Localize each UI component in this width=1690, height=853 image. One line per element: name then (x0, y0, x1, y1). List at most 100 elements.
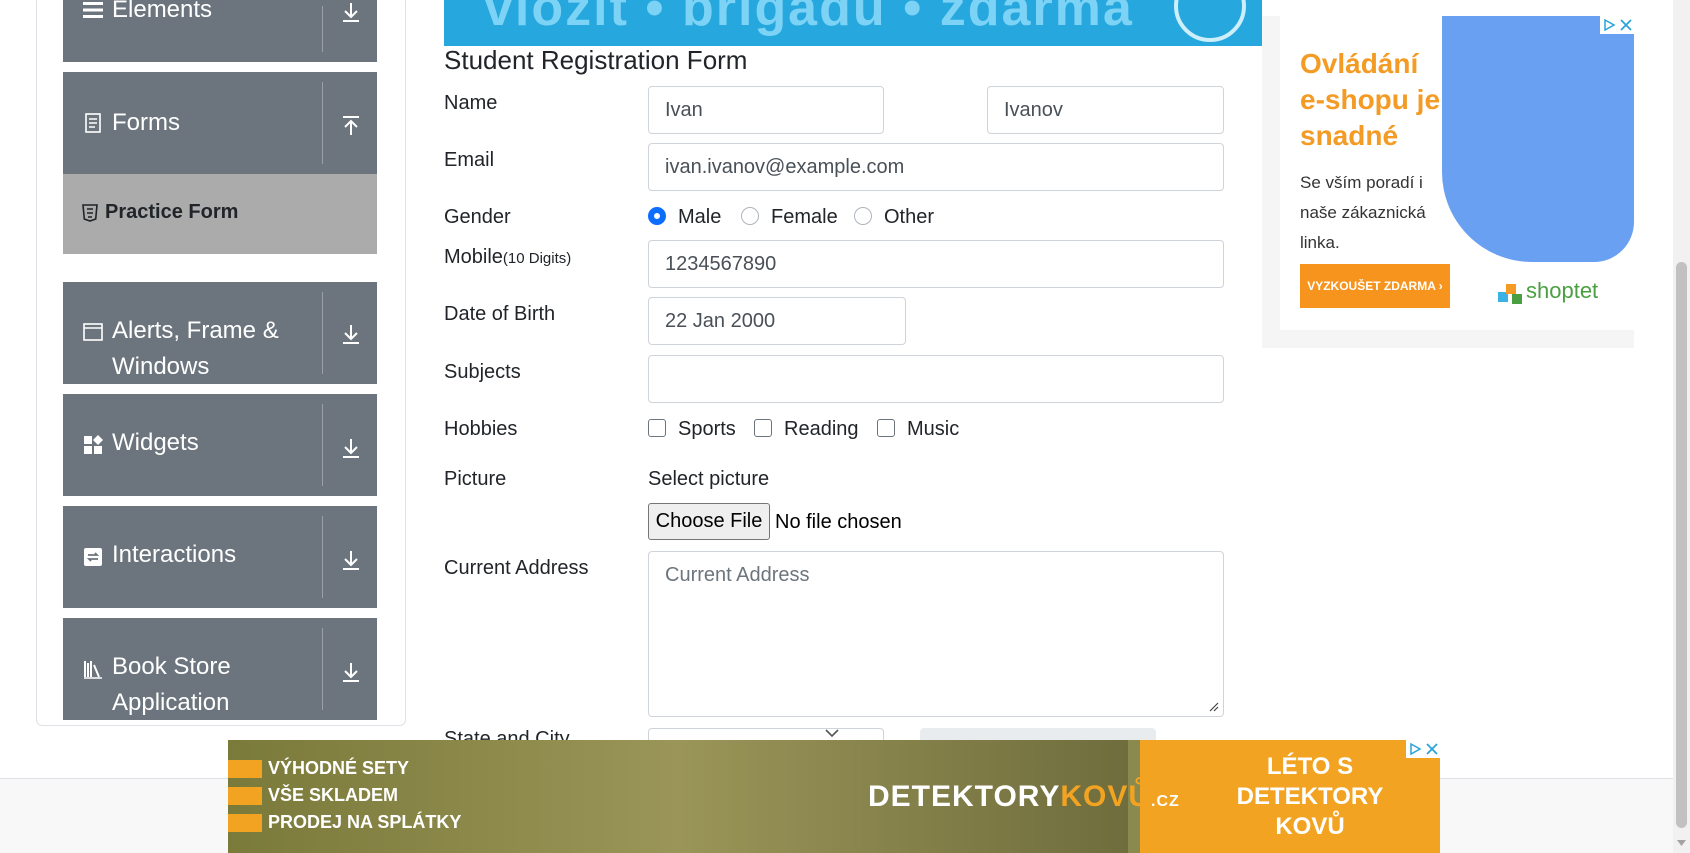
shoptet-ad[interactable]: Ovládání e-shopu je snadné Se vším porad… (1262, 16, 1634, 348)
choose-file-button[interactable]: Choose File (648, 503, 770, 540)
sidebar-group-forms[interactable]: Forms (63, 72, 377, 174)
divider (322, 82, 323, 164)
ad-right-text: LÉTO S DETEKTORY KOVŮ (1236, 753, 1384, 840)
ad-controls[interactable] (1600, 16, 1634, 34)
sidebar-group-label: Widgets (112, 429, 199, 456)
ad-line-2: VŠE SKLADEM (268, 785, 399, 805)
adchoices-icon[interactable] (1408, 742, 1422, 756)
up-arrow-icon (343, 116, 359, 135)
banner-logo (1174, 0, 1246, 42)
ad-bullet (228, 787, 262, 805)
last-name-input[interactable]: Ivanov (987, 86, 1224, 134)
down-arrow-icon (343, 551, 359, 570)
shoptet-logo-icon (1498, 284, 1522, 304)
radio-other-label[interactable]: Other (884, 206, 934, 229)
divider (322, 292, 323, 374)
ad-logo-part-c: .CZ (1151, 793, 1180, 810)
ad-brand: shoptet (1526, 278, 1599, 303)
sidebar-group-label: Elements (112, 0, 213, 23)
ad-bullet (228, 814, 262, 832)
scrollbar-thumb[interactable] (1676, 262, 1687, 828)
ad-logo-part-a: DETEKTORY (868, 780, 1061, 813)
ad-body: Se vším poradí i naše zákaznická linka. (1300, 173, 1426, 252)
email-input[interactable]: ivan.ivanov@example.com (648, 143, 1224, 191)
document-icon (85, 113, 101, 133)
checkbox-reading[interactable] (754, 419, 772, 437)
divider (322, 6, 323, 52)
dob-input[interactable]: 22 Jan 2000 (648, 297, 906, 345)
hamburger-icon (83, 2, 103, 18)
sidebar-group-label: Book Store Application (112, 653, 231, 716)
sidebar-item-label: Practice Form (105, 201, 239, 223)
checkbox-sports-label[interactable]: Sports (678, 418, 736, 441)
divider (322, 628, 323, 710)
subjects-input[interactable] (648, 355, 1224, 403)
ad-bullet (228, 760, 262, 778)
sidebar-group-label: Interactions (112, 541, 237, 568)
window-icon (83, 323, 103, 341)
mobile-label-text: Mobile (444, 246, 503, 268)
dob-label: Date of Birth (444, 303, 556, 325)
current-address-textarea[interactable]: Current Address (648, 551, 1224, 717)
checkbox-music[interactable] (877, 419, 895, 437)
close-ad-icon[interactable] (1425, 742, 1439, 756)
adchoices-icon[interactable] (1602, 18, 1616, 32)
hobbies-label: Hobbies (444, 418, 518, 440)
resize-grip-icon[interactable] (1209, 702, 1219, 712)
close-ad-icon[interactable] (1619, 18, 1633, 32)
email-label: Email (444, 149, 495, 171)
select-picture-label: Select picture (648, 468, 770, 490)
banner-text: vložit • brigádu • zdarma (484, 0, 1134, 37)
form-title: Student Registration Form (444, 45, 748, 75)
html5-icon (82, 204, 98, 222)
divider (322, 516, 323, 598)
down-arrow-icon (343, 325, 359, 344)
mobile-label: Mobile(10 Digits) (444, 246, 571, 269)
sidebar-group-alerts[interactable]: Alerts, Frame & Windows (63, 282, 377, 384)
mobile-hint: (10 Digits) (502, 250, 572, 267)
ad-cta-button[interactable]: VYZKOUŠET ZDARMA › (1300, 264, 1450, 308)
sidebar-group-interactions[interactable]: Interactions (63, 506, 377, 608)
books-icon (84, 661, 102, 679)
address-placeholder: Current Address (665, 564, 810, 586)
ad-logo-part-b: KOVŮ (1060, 780, 1152, 813)
widgets-icon (84, 435, 103, 454)
ad-line-1: VÝHODNÉ SETY (268, 758, 410, 778)
divider (322, 404, 323, 486)
subjects-label: Subjects (444, 361, 521, 383)
gender-radio-group: Male Female Other (648, 206, 948, 230)
radio-female-label[interactable]: Female (771, 206, 838, 229)
picture-label: Picture (444, 468, 507, 490)
radio-male[interactable] (648, 207, 666, 225)
sidebar-group-label: Alerts, Frame & Windows (112, 317, 279, 380)
first-name-input[interactable]: Ivan (648, 86, 884, 134)
gender-label: Gender (444, 206, 511, 228)
sidebar-item-practice-form[interactable]: Practice Form (63, 174, 377, 254)
radio-other[interactable] (854, 207, 872, 225)
file-status: No file chosen (775, 511, 902, 533)
down-arrow-icon (343, 439, 359, 458)
checkbox-music-label[interactable]: Music (907, 418, 959, 441)
checkbox-reading-label[interactable]: Reading (784, 418, 859, 441)
ad-logo: DETEKTORYKOVŮ.CZ (868, 780, 1180, 814)
mobile-input[interactable]: 1234567890 (648, 240, 1224, 288)
city-select[interactable] (920, 728, 1156, 740)
scroll-down-arrow-icon[interactable] (1676, 838, 1687, 848)
address-label: Current Address (444, 557, 589, 579)
radio-male-label[interactable]: Male (678, 206, 721, 229)
top-banner-ad[interactable]: vložit • brigádu • zdarma (444, 0, 1262, 46)
sidebar-group-elements[interactable]: Elements (63, 0, 377, 62)
state-select[interactable] (648, 728, 884, 740)
detektory-kovu-ad[interactable]: VÝHODNÉ SETY VŠE SKLADEM PRODEJ NA SPLÁT… (228, 740, 1440, 853)
sidebar-group-widgets[interactable]: Widgets (63, 394, 377, 496)
state-city-label: State and City (444, 728, 570, 740)
ad-headline: Ovládání e-shopu je snadné (1300, 48, 1441, 151)
ad-line-3: PRODEJ NA SPLÁTKY (268, 812, 462, 832)
checkbox-sports[interactable] (648, 419, 666, 437)
ad-controls[interactable] (1406, 740, 1440, 758)
down-arrow-icon (343, 663, 359, 682)
ad-illustration (1442, 16, 1634, 262)
name-label: Name (444, 92, 498, 114)
radio-female[interactable] (741, 207, 759, 225)
sidebar-group-book-store[interactable]: Book Store Application (63, 618, 377, 720)
